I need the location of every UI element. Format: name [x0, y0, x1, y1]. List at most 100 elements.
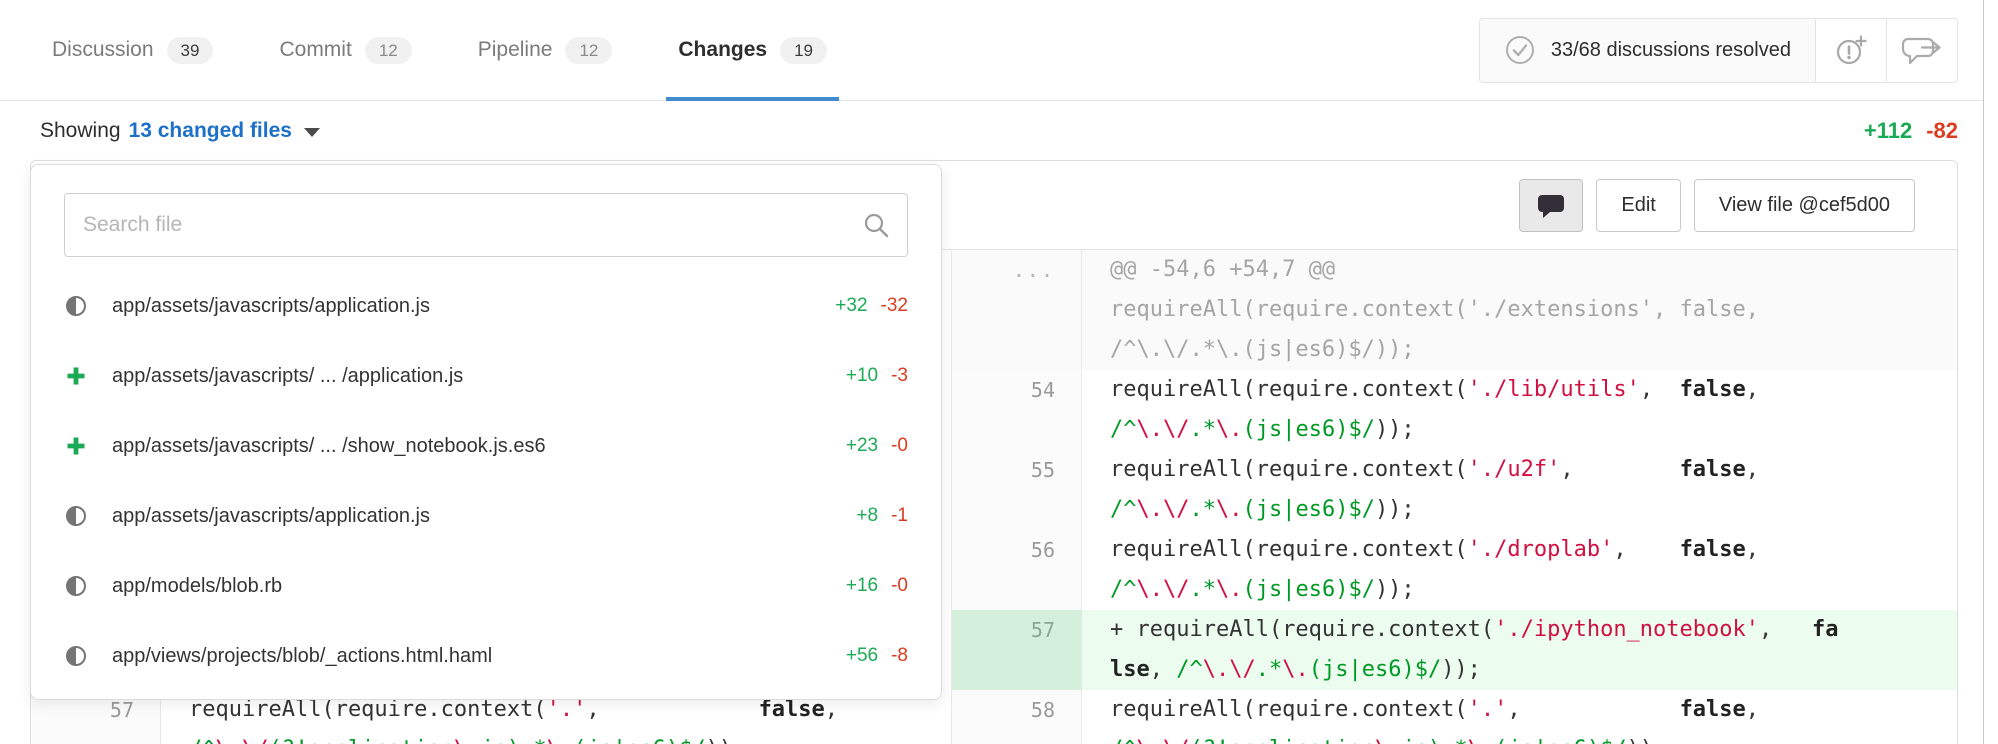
code-visual-line: requireAll(require.context('./lib/utils'… [1110, 370, 1957, 410]
file-search-input[interactable] [64, 193, 908, 257]
changed-file-path: app/models/blob.rb [112, 575, 846, 598]
edit-button-label: Edit [1621, 194, 1655, 217]
changed-files-dropdown: app/assets/javascripts/application.js+32… [30, 164, 942, 700]
jump-to-next-discussion-button[interactable] [1886, 18, 1958, 83]
changed-file-item[interactable]: app/assets/javascripts/ ... /show_notebo… [31, 411, 941, 481]
code-cell: requireAll(require.context('./droplab', … [1082, 530, 1957, 610]
code-visual-line: requireAll(require.context('./droplab', … [1110, 530, 1957, 570]
file-additions: +56 [846, 645, 878, 667]
diff-row-line-57: 57 + requireAll(require.context('./ipytho… [952, 610, 1957, 690]
additions-count: +112 [1864, 118, 1912, 143]
code-visual-line: requireAll(require.context('.', false, [1110, 690, 1957, 730]
code-cell: requireAll(require.context('./u2f', fals… [1082, 450, 1957, 530]
file-deletions: -0 [891, 435, 908, 457]
resolve-all-with-issue-button[interactable] [1815, 18, 1887, 83]
tab-label: Commit [279, 38, 351, 62]
code-visual-line: + requireAll(require.context('./ipython_… [1110, 610, 1957, 650]
view-file-button-label: View file @cef5d00 [1719, 194, 1890, 217]
code-cell: @@ -54,6 +54,7 @@requireAll(require.cont… [1082, 250, 1957, 370]
file-modified-icon [64, 506, 88, 526]
file-deletions: -0 [891, 575, 908, 597]
expand-lines-gutter[interactable]: ... [952, 250, 1082, 370]
diff-match-row: ...@@ -54,6 +54,7 @@requireAll(require.c… [952, 250, 1957, 370]
line-number[interactable]: 56 [952, 530, 1082, 610]
tab-commit[interactable]: Commit 12 [267, 0, 423, 100]
code-visual-line: lse, /^\.\/.*\.(js|es6)$/)); [1110, 650, 1957, 690]
file-search-wrap [64, 193, 908, 257]
tab-changes[interactable]: Changes 19 [666, 0, 839, 100]
changed-files-count-link[interactable]: 13 changed files [129, 119, 292, 143]
view-file-button[interactable]: View file @cef5d00 [1694, 179, 1915, 232]
diff-row-line-56: 56 requireAll(require.context('./droplab'… [952, 530, 1957, 610]
search-icon [862, 211, 890, 239]
line-number[interactable]: 55 [952, 450, 1082, 530]
comment-icon [1536, 191, 1566, 219]
line-number[interactable]: 54 [952, 370, 1082, 450]
file-modified-icon [64, 646, 88, 666]
changed-files-dropdown-toggle[interactable]: 13 changed files [129, 119, 320, 143]
page-scrollbar[interactable] [1983, 0, 1998, 744]
diff-right-rows: ...@@ -54,6 +54,7 @@requireAll(require.c… [952, 250, 1957, 744]
diff-row-line-54: 54 requireAll(require.context('./lib/util… [952, 370, 1957, 450]
changed-file-item[interactable]: app/views/projects/blob/_actions.html.ha… [31, 621, 941, 691]
changed-file-item[interactable]: app/assets/javascripts/application.js+8-… [31, 481, 941, 551]
code-visual-line: /^\.\/(?!application\.js).*\.(js|es6)$/)… [1110, 730, 1957, 744]
file-modified-icon [64, 296, 88, 316]
file-added-icon [64, 435, 88, 457]
code-cell: requireAll(require.context('.', false,/^… [1082, 690, 1957, 744]
showing-label: Showing [40, 119, 121, 143]
file-additions: +32 [835, 295, 867, 317]
file-deletions: -32 [881, 295, 908, 317]
file-additions: +23 [846, 435, 878, 457]
code-visual-line: requireAll(require.context('./extensions… [1110, 290, 1957, 330]
tab-count-badge: 19 [780, 37, 827, 64]
file-added-icon [64, 365, 88, 387]
tab-label: Changes [678, 38, 767, 62]
changed-file-path: app/assets/javascripts/application.js [112, 505, 856, 528]
changed-file-path: app/views/projects/blob/_actions.html.ha… [112, 645, 846, 668]
code-visual-line: requireAll(require.context('./u2f', fals… [1110, 450, 1957, 490]
comment-next-icon [1900, 32, 1944, 68]
tab-label: Discussion [52, 38, 154, 62]
overall-diff-stats: +112 -82 [1864, 118, 1958, 144]
changed-file-path: app/assets/javascripts/application.js [112, 295, 835, 318]
discussions-resolved-counter: 33/68 discussions resolved [1479, 18, 1816, 83]
edit-button[interactable]: Edit [1596, 179, 1680, 232]
diff-row-line-55: 55 requireAll(require.context('./u2f', fa… [952, 450, 1957, 530]
tab-pipeline[interactable]: Pipeline12 [466, 0, 625, 100]
code-visual-line: @@ -54,6 +54,7 @@ [1110, 250, 1957, 290]
code-cell: + requireAll(require.context('./ipython_… [1082, 610, 1957, 690]
tab-count-badge: 12 [565, 37, 612, 64]
merge-request-changes-page: Discussion39Commit12Pipeline12Changes19 … [0, 0, 1998, 744]
tab-count-badge: 12 [365, 37, 412, 64]
discussions-resolve-group: 33/68 discussions resolved [1479, 18, 1958, 83]
changed-file-item[interactable]: app/assets/javascripts/application.js+32… [31, 271, 941, 341]
file-deletions: -3 [891, 365, 908, 387]
code-visual-line: /^\.\/.*\.(js|es6)$/)); [1110, 410, 1957, 450]
file-additions: +10 [846, 365, 878, 387]
tab-discussion[interactable]: Discussion 39 [40, 0, 225, 100]
deletions-count: -82 [1926, 118, 1958, 143]
line-number[interactable]: 57 [952, 610, 1082, 690]
code-visual-line: /^\.\/.*\.(js|es6)$/)); [1110, 490, 1957, 530]
changed-file-item[interactable]: app/models/blob.rb+16-0 [31, 551, 941, 621]
toggle-comments-button[interactable] [1519, 179, 1583, 232]
changed-files-summary-row: Showing 13 changed files +112 -82 [0, 101, 1998, 160]
changed-file-item[interactable]: app/assets/javascripts/ ... /application… [31, 341, 941, 411]
code-cell: requireAll(require.context('./lib/utils'… [1082, 370, 1957, 450]
line-number[interactable]: 58 [952, 690, 1082, 744]
file-deletions: -8 [891, 645, 908, 667]
mr-tab-bar: Discussion39Commit12Pipeline12Changes19 … [0, 0, 1998, 101]
file-deletions: -1 [891, 505, 908, 527]
tab-count-badge: 39 [167, 37, 214, 64]
code-visual-line: /^\.\/.*\.(js|es6)$/)); [1110, 570, 1957, 610]
file-additions: +8 [856, 505, 878, 527]
code-visual-line: /^\.\/.*\.(js|es6)$/)); [1110, 330, 1957, 370]
check-circle-icon [1504, 34, 1536, 66]
code-visual-line: /^\.\/(?!application\.js).*\.(js|es6)$/)… [189, 730, 951, 744]
changed-file-path: app/assets/javascripts/ ... /show_notebo… [112, 435, 846, 458]
diff-row-line-58: 58requireAll(require.context('.', false,… [952, 690, 1957, 744]
resolved-counter-text: 33/68 discussions resolved [1551, 39, 1791, 62]
changed-file-path: app/assets/javascripts/ ... /application… [112, 365, 846, 388]
tab-list: Discussion39Commit12Pipeline12Changes19 [40, 0, 881, 100]
